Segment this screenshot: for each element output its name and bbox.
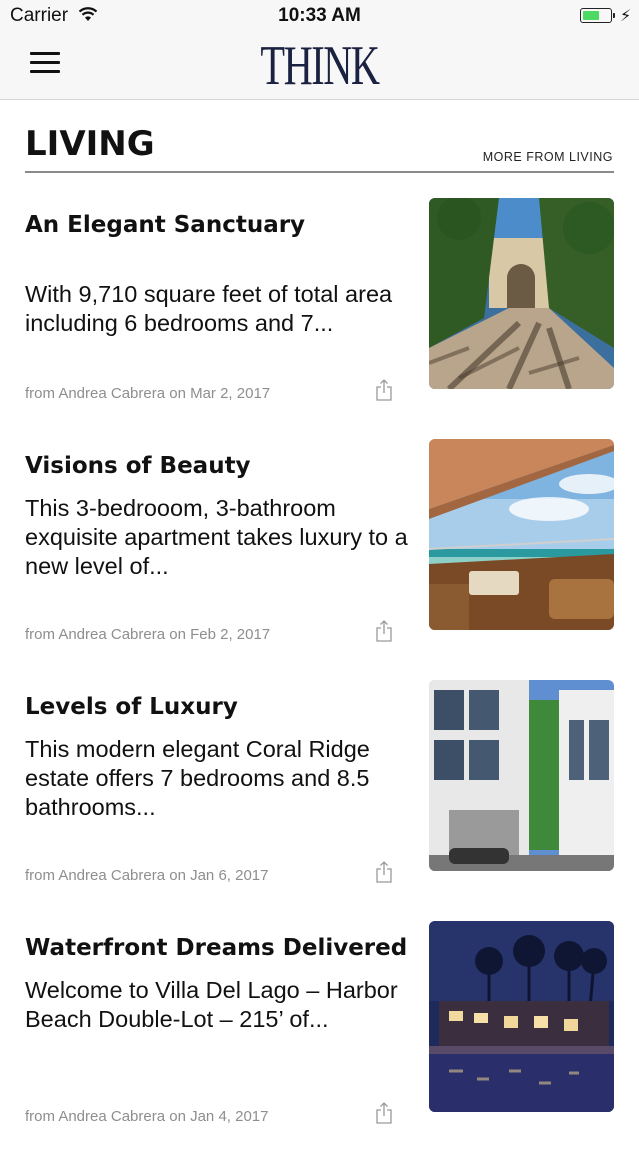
ocean-view-balcony-photo[interactable]	[429, 439, 614, 630]
article-summary: With 9,710 square feet of total area inc…	[25, 281, 393, 336]
share-icon[interactable]	[374, 1101, 394, 1125]
article-title[interactable]: Levels of Luxury	[25, 694, 415, 720]
section-divider	[25, 171, 614, 173]
article-byline: from Andrea Cabrera on Jan 4, 2017	[25, 1108, 269, 1125]
battery-level-fill	[582, 10, 599, 20]
article-card[interactable]: Levels of Luxury This modern elegant Cor…	[0, 680, 639, 935]
battery-icon	[580, 8, 612, 23]
status-time: 10:33 AM	[278, 5, 361, 26]
article-summary: Welcome to Villa Del Lago – Harbor Beach…	[25, 977, 398, 1032]
share-icon[interactable]	[374, 860, 394, 884]
modern-white-house-photo[interactable]	[429, 680, 614, 871]
article-summary: This 3-bedrooom, 3-bathroom exquisite ap…	[25, 495, 408, 579]
brand-logo[interactable]: THINK	[89, 36, 549, 96]
article-byline: from Andrea Cabrera on Feb 2, 2017	[25, 626, 271, 643]
article-card[interactable]: Waterfront Dreams Delivered Welcome to V…	[0, 921, 639, 1176]
battery-tip	[613, 13, 615, 18]
section-title: LIVING	[25, 124, 155, 164]
article-title[interactable]: Waterfront Dreams Delivered	[25, 935, 415, 961]
article-title[interactable]: An Elegant Sanctuary	[25, 212, 415, 238]
article-byline: from Andrea Cabrera on Mar 2, 2017	[25, 385, 271, 402]
status-bar: Carrier 10:33 AM ⚡	[0, 0, 639, 32]
article-title[interactable]: Visions of Beauty	[25, 453, 415, 479]
more-from-section-link[interactable]: MORE FROM LIVING	[483, 150, 613, 164]
article-card[interactable]: Visions of Beauty This 3-bedrooom, 3-bat…	[0, 439, 639, 694]
charging-bolt-icon: ⚡	[620, 8, 632, 25]
share-icon[interactable]	[374, 378, 394, 402]
article-card[interactable]: An Elegant Sanctuary With 9,710 square f…	[0, 198, 639, 453]
hamburger-menu-icon[interactable]	[30, 52, 60, 76]
nav-bar: THINK	[0, 32, 639, 100]
article-byline: from Andrea Cabrera on Jan 6, 2017	[25, 867, 269, 884]
share-icon[interactable]	[374, 619, 394, 643]
waterfront-night-mansion-photo[interactable]	[429, 921, 614, 1112]
article-summary: This modern elegant Coral Ridge estate o…	[25, 736, 370, 820]
palm-driveway-villa-photo[interactable]	[429, 198, 614, 389]
